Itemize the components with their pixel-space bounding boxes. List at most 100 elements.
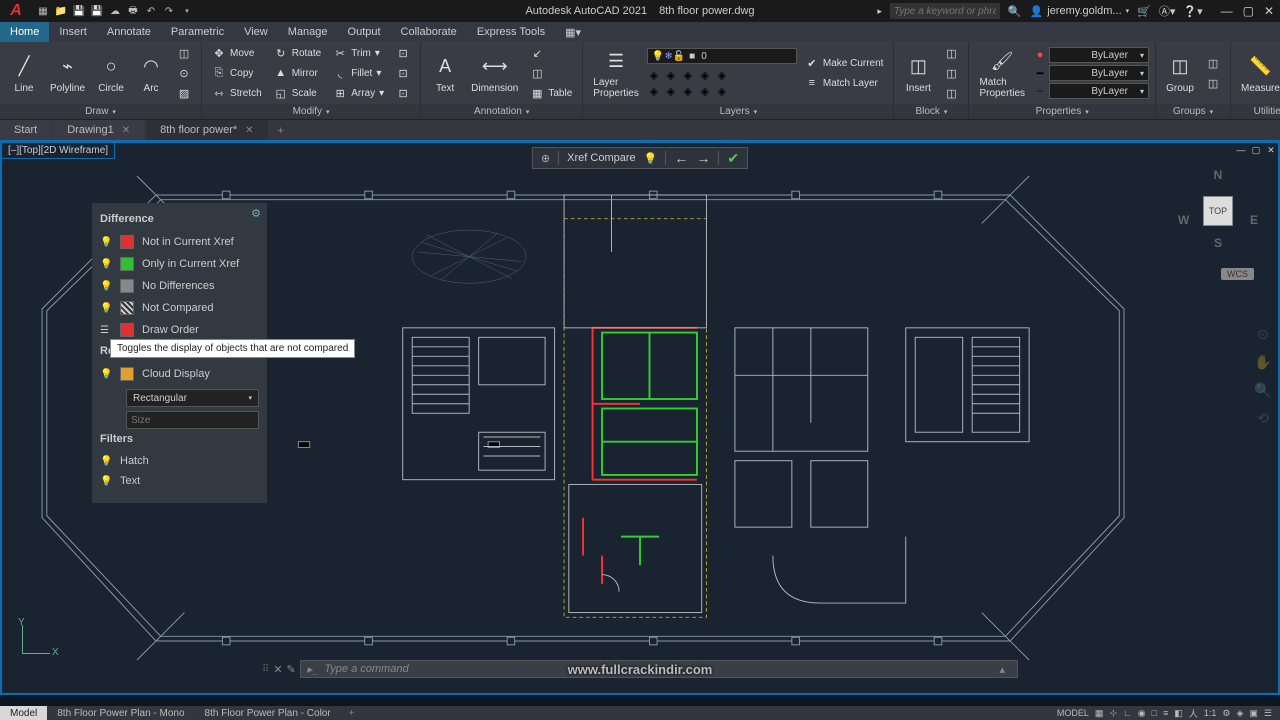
diff-only-in-current[interactable]: 💡Only in Current Xref (100, 253, 259, 275)
qat-undo-icon[interactable]: ↶ (144, 4, 158, 18)
cmd-grip-icon[interactable]: ⠿ (262, 664, 269, 675)
viewcube[interactable]: N S E W TOP WCS (1178, 168, 1258, 268)
layer-mini3[interactable]: ◈ (681, 68, 695, 82)
file-tab-add[interactable]: + (270, 122, 292, 140)
match-properties-button[interactable]: 🖌Match Properties (975, 44, 1029, 102)
block-extra-2[interactable]: ◫ (940, 64, 962, 82)
tab-parametric[interactable]: Parametric (161, 22, 234, 42)
group-button[interactable]: ◫Group (1162, 44, 1198, 102)
wcs-label[interactable]: WCS (1221, 268, 1254, 280)
file-tab-start[interactable]: Start (0, 120, 51, 140)
qat-save-icon[interactable]: 💾 (72, 4, 86, 18)
status-grid-icon[interactable]: ▦ (1095, 708, 1104, 719)
viewcube-east[interactable]: E (1250, 213, 1258, 227)
polyline-button[interactable]: ⌁Polyline (46, 44, 89, 102)
status-iso-icon[interactable]: ◈ (1236, 708, 1243, 719)
search-icon[interactable]: 🔍 (1008, 5, 1022, 18)
status-clean-icon[interactable]: ▣ (1249, 708, 1258, 719)
status-annot-icon[interactable]: 人 (1189, 707, 1198, 720)
canvas-minimize[interactable]: — (1234, 143, 1248, 157)
diff-draw-order[interactable]: ☰Draw Order (100, 319, 259, 341)
canvas-maximize[interactable]: ▢ (1249, 143, 1263, 157)
modify-extra-1[interactable]: ⊡ (392, 44, 414, 62)
group-extra-1[interactable]: ◫ (1202, 54, 1224, 72)
file-tab-drawing1[interactable]: Drawing1✕ (53, 120, 144, 140)
measure-button[interactable]: 📏Measure (1237, 44, 1280, 102)
status-lw-icon[interactable]: ≡ (1163, 708, 1168, 718)
tab-output[interactable]: Output (338, 22, 391, 42)
color-combo[interactable]: ByLayer (1049, 47, 1149, 63)
array-button[interactable]: ⊞Array ▾ (329, 84, 388, 102)
close-button[interactable]: ✕ (1264, 4, 1274, 18)
layer-mini2[interactable]: ◈ (664, 68, 678, 82)
minimize-button[interactable]: — (1221, 4, 1233, 18)
linetype-combo[interactable]: ByLayer (1049, 83, 1149, 99)
qat-saveas-icon[interactable]: 💾 (90, 4, 104, 18)
diff-no-differences[interactable]: 💡No Differences (100, 275, 259, 297)
nav-zoom-icon[interactable]: 🔍 (1252, 379, 1274, 401)
panel-settings-icon[interactable]: ⚙ (251, 207, 261, 220)
diff-not-in-current[interactable]: 💡Not in Current Xref (100, 231, 259, 253)
status-polar-icon[interactable]: ◉ (1138, 708, 1146, 719)
layer-mini5[interactable]: ◈ (715, 68, 729, 82)
status-snap-icon[interactable]: ⊹ (1109, 708, 1117, 719)
status-gear-icon[interactable]: ⚙ (1222, 708, 1230, 719)
move-button[interactable]: ✥Move (208, 44, 266, 62)
block-extra-3[interactable]: ◫ (940, 84, 962, 102)
qat-redo-icon[interactable]: ↷ (162, 4, 176, 18)
status-ortho-icon[interactable]: ∟ (1123, 708, 1132, 718)
layer-mini4[interactable]: ◈ (698, 68, 712, 82)
close-icon[interactable]: ✕ (122, 125, 130, 136)
tab-featured-apps[interactable]: ▦▾ (555, 22, 591, 42)
help-icon[interactable]: ❔▾ (1183, 5, 1202, 18)
filter-hatch[interactable]: 💡Hatch (100, 451, 259, 471)
arc-button[interactable]: ◠Arc (133, 44, 169, 102)
cmd-history-icon[interactable]: ▴ (999, 663, 1005, 676)
viewcube-west[interactable]: W (1178, 213, 1189, 227)
line-button[interactable]: ╱Line (6, 44, 42, 102)
insert-button[interactable]: ◫Insert (900, 44, 936, 102)
layer-mini7[interactable]: ◈ (664, 84, 678, 98)
layout-tab-mono[interactable]: 8th Floor Power Plan - Mono (47, 706, 194, 720)
mirror-button[interactable]: ▲Mirror (270, 64, 325, 82)
search-arrow-icon[interactable]: ▸ (877, 6, 882, 17)
tab-view[interactable]: View (234, 22, 278, 42)
group-extra-2[interactable]: ◫ (1202, 74, 1224, 92)
modify-extra-3[interactable]: ⊡ (392, 84, 414, 102)
viewcube-north[interactable]: N (1214, 168, 1223, 182)
layer-mini8[interactable]: ◈ (681, 84, 695, 98)
viewcube-south[interactable]: S (1214, 236, 1222, 250)
layer-mini10[interactable]: ◈ (715, 84, 729, 98)
circle-button[interactable]: ○Circle (93, 44, 129, 102)
match-layer-button[interactable]: ≡Match Layer (801, 74, 888, 92)
tab-collaborate[interactable]: Collaborate (391, 22, 467, 42)
nav-pan-icon[interactable]: ✋ (1252, 351, 1274, 373)
cmd-close-icon[interactable]: ✕ (273, 663, 282, 676)
tab-home[interactable]: Home (0, 22, 49, 42)
keyword-search-input[interactable] (890, 3, 1000, 19)
status-model[interactable]: MODEL (1057, 708, 1089, 718)
layer-mini9[interactable]: ◈ (698, 84, 712, 98)
qat-open-icon[interactable]: 📁 (54, 4, 68, 18)
layer-properties-button[interactable]: ☰Layer Properties (589, 44, 643, 102)
stretch-button[interactable]: ⇿Stretch (208, 84, 266, 102)
maximize-button[interactable]: ▢ (1243, 4, 1254, 18)
layer-combo[interactable]: 💡❄🔓■0 (647, 48, 797, 64)
status-transp-icon[interactable]: ◧ (1174, 708, 1183, 719)
layout-tab-model[interactable]: Model (0, 706, 47, 720)
app-menu-icon[interactable]: Ⓐ▾ (1159, 3, 1176, 19)
status-scale[interactable]: 1:1 (1204, 708, 1217, 718)
tab-insert[interactable]: Insert (49, 22, 97, 42)
annot-extra[interactable]: ◫ (526, 64, 576, 82)
cart-icon[interactable]: 🛒 (1137, 5, 1151, 18)
tab-express-tools[interactable]: Express Tools (467, 22, 555, 42)
qat-print-icon[interactable]: 🖶 (126, 4, 140, 18)
user-account[interactable]: 👤 jeremy.goldm... ▾ (1030, 5, 1130, 18)
table-button[interactable]: ▦Table (526, 84, 576, 102)
status-osnap-icon[interactable]: □ (1152, 708, 1157, 718)
file-tab-8th-floor[interactable]: 8th floor power*✕ (146, 120, 267, 140)
diff-not-compared[interactable]: 💡Not Compared (100, 297, 259, 319)
draw-extra-2[interactable]: ⊙ (173, 64, 195, 82)
text-button[interactable]: AText (427, 44, 463, 102)
scale-button[interactable]: ◱Scale (270, 84, 325, 102)
